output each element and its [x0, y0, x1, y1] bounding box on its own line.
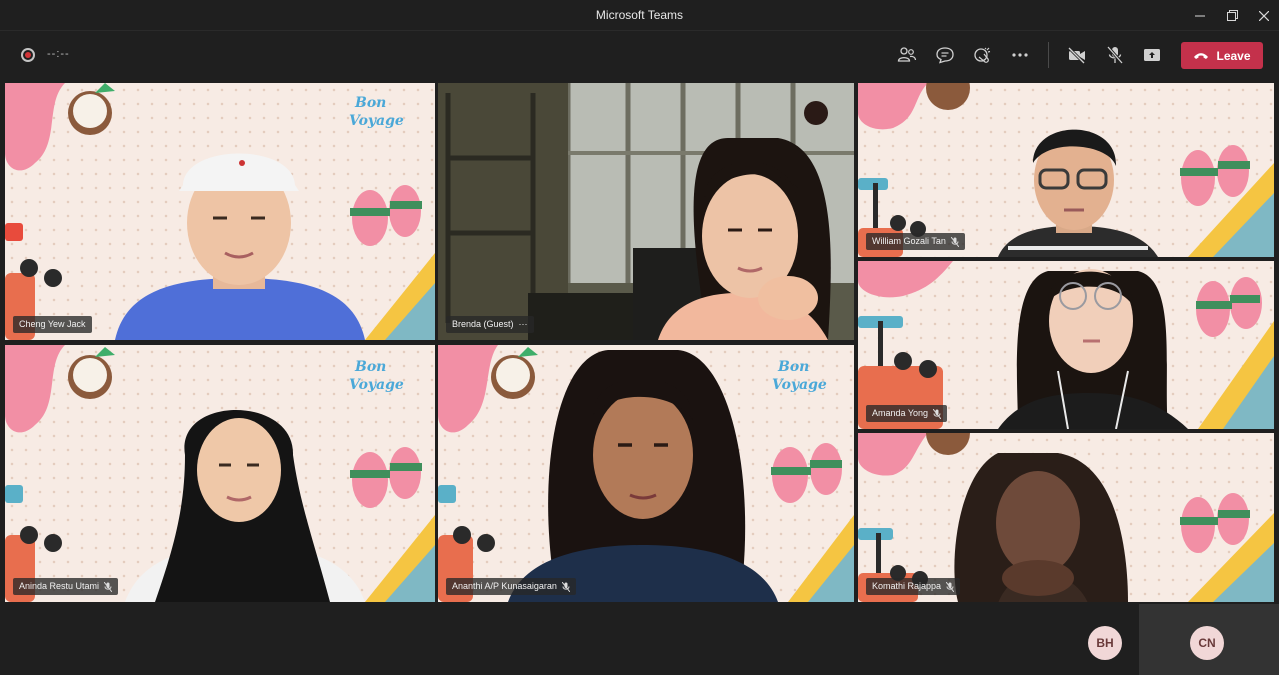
more-actions-button[interactable] [1007, 43, 1033, 67]
avatar[interactable]: CN [1190, 626, 1224, 660]
minimize-icon [1195, 15, 1205, 16]
svg-text:Bon: Bon [354, 359, 386, 375]
reactions-button[interactable] [970, 43, 996, 67]
video-tile[interactable]: Amanda Yong [858, 261, 1274, 429]
mic-muted-icon [561, 581, 570, 592]
participant-video [125, 410, 365, 602]
leave-button[interactable]: Leave [1181, 42, 1263, 69]
participant-name: Komathi Rajappa [872, 581, 942, 591]
mic-muted-icon [104, 581, 113, 592]
phone-hangup-icon [1194, 52, 1209, 59]
teams-window: Microsoft Teams --:-- Leave Bon Voyage C… [0, 0, 1279, 675]
chat-icon [936, 47, 954, 64]
restore-button[interactable] [1216, 0, 1248, 31]
toolbar-divider [1048, 42, 1049, 68]
restore-icon [1226, 10, 1238, 21]
leave-label: Leave [1216, 48, 1251, 63]
participant-name-tag: Aninda Restu Utami [13, 578, 119, 595]
close-icon [1259, 10, 1269, 21]
participant-video [998, 129, 1158, 257]
avatar[interactable]: BH [1088, 626, 1122, 660]
participants-icon [897, 47, 917, 62]
participant-name: William Gozali Tan [872, 236, 946, 246]
camera-toggle-button[interactable] [1064, 43, 1090, 67]
close-button[interactable] [1248, 0, 1279, 31]
participant-more-options[interactable]: ··· [519, 316, 528, 333]
participant-name-tag: Komathi Rajappa [866, 578, 961, 595]
recording-icon [21, 48, 35, 62]
participant-video [998, 269, 1188, 429]
video-tile[interactable]: William Gozali Tan [858, 83, 1274, 257]
participant-name-tag: Ananthi A/P Kunasaigaran [446, 578, 576, 595]
video-tile[interactable]: Bon Voyage Cheng Yew Jack [5, 83, 435, 340]
participant-name-tag: Amanda Yong [866, 405, 948, 422]
camera-off-icon [1067, 46, 1086, 64]
share-icon [1144, 49, 1160, 61]
video-tile[interactable]: Komathi Rajappa [858, 433, 1274, 602]
participant-video [115, 153, 365, 340]
reactions-icon [974, 47, 991, 63]
participant-name-tag: Brenda (Guest) ··· [446, 316, 534, 333]
svg-text:Voyage: Voyage [349, 377, 404, 393]
title-bar: Microsoft Teams [0, 0, 1279, 31]
participant-name: Brenda (Guest) [452, 319, 514, 329]
participant-name: Amanda Yong [872, 408, 929, 418]
mic-muted-icon [946, 581, 955, 592]
participant-name: Aninda Restu Utami [19, 581, 100, 591]
participant-name-tag: William Gozali Tan [866, 233, 965, 250]
video-tile[interactable]: Bon Voyage Aninda Restu Utami [5, 345, 435, 602]
participant-video [954, 453, 1128, 602]
participant-name: Cheng Yew Jack [19, 319, 86, 329]
mic-muted-icon [933, 408, 942, 419]
meeting-toolbar: --:-- Leave [0, 32, 1279, 78]
participant-video [658, 138, 831, 340]
overflow-participants-bar: BH CN [0, 604, 1279, 675]
participant-name: Ananthi A/P Kunasaigaran [452, 581, 557, 591]
video-tile[interactable]: Bon Voyage Ananthi A/P Kunasaigaran [438, 345, 854, 602]
participants-button[interactable] [894, 43, 920, 67]
chat-button[interactable] [932, 43, 958, 67]
participant-video [508, 350, 778, 602]
mic-toggle-button[interactable] [1102, 43, 1128, 67]
more-icon [1012, 53, 1028, 57]
mic-muted-icon [950, 236, 959, 247]
svg-text:Bon: Bon [354, 95, 386, 111]
mic-off-icon [1106, 46, 1124, 64]
meeting-timer: --:-- [47, 48, 70, 60]
minimize-button[interactable] [1184, 0, 1216, 31]
bon-voyage-logo: Bon Voyage [349, 359, 404, 393]
window-title: Microsoft Teams [595, 8, 684, 22]
video-tile[interactable]: Brenda (Guest) ··· [438, 83, 854, 340]
share-button[interactable] [1139, 43, 1165, 67]
participant-name-tag: Cheng Yew Jack [13, 316, 92, 333]
